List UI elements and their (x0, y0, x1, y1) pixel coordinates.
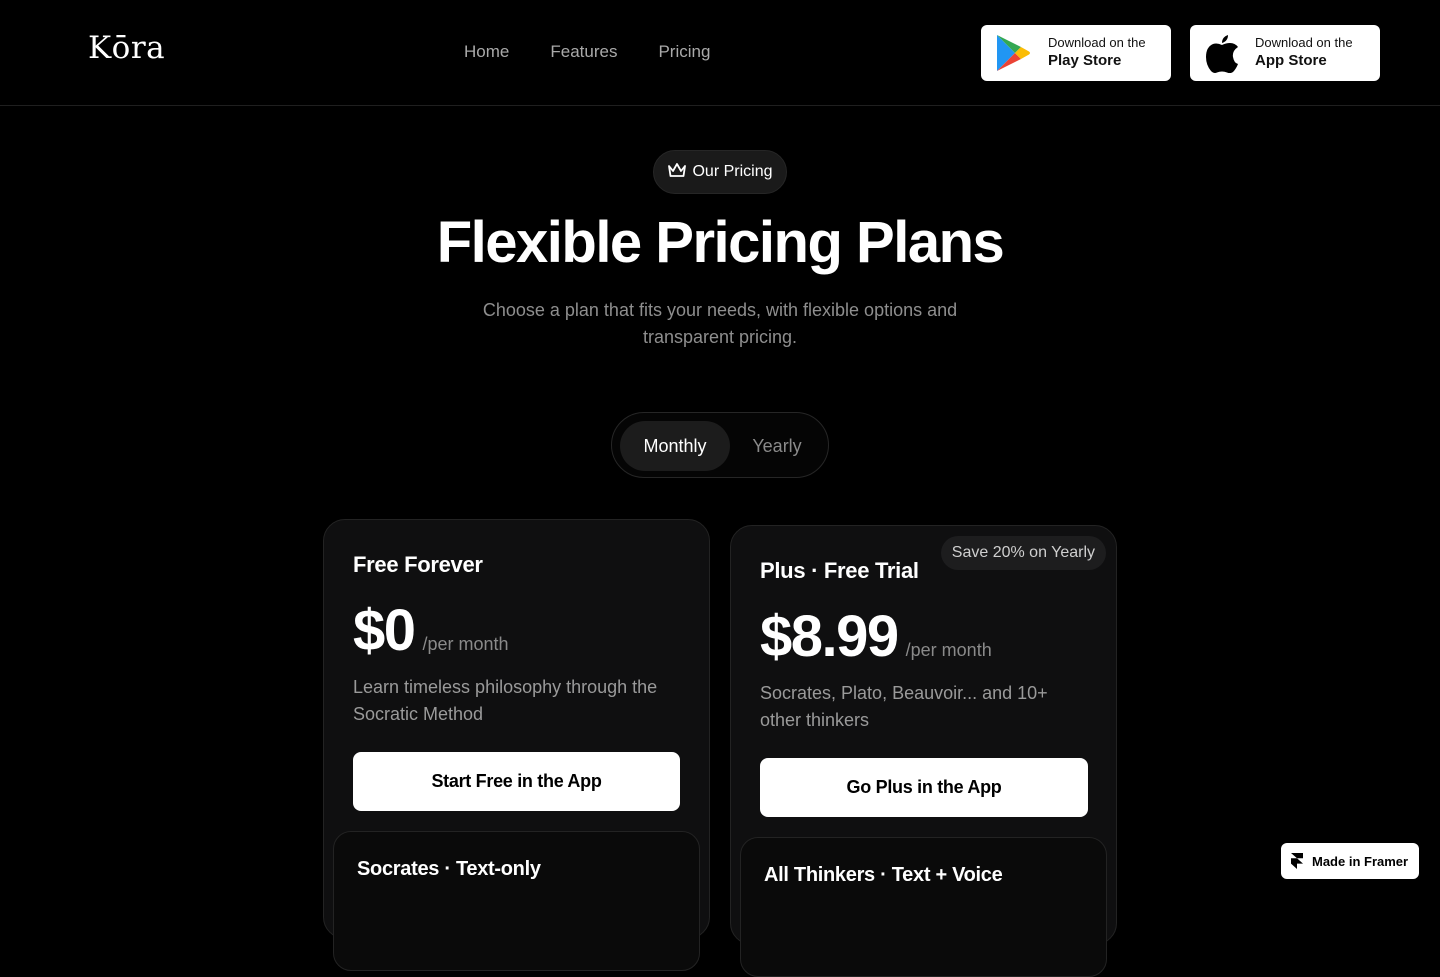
our-pricing-label: Our Pricing (692, 163, 773, 180)
plan-period: /per month (905, 640, 992, 660)
app-store-text: Download on the App Store (1255, 35, 1353, 71)
crown-icon (667, 162, 687, 183)
plan-features-box: All Thinkers · Text + Voice (740, 837, 1107, 977)
app-store-label: App Store (1255, 52, 1327, 69)
plan-price: $0 (353, 598, 416, 663)
page-title: Flexible Pricing Plans (436, 210, 1005, 275)
billing-period-toggle: Monthly Yearly (611, 412, 829, 478)
monthly-toggle-option[interactable]: Monthly (620, 421, 730, 471)
nav-home-link[interactable]: Home (464, 40, 509, 64)
plan-description: Socrates, Plato, Beauvoir... and 10+ oth… (760, 683, 1048, 730)
plan-price: $8.99 (760, 604, 899, 669)
price-row: $0 /per month (353, 598, 509, 664)
yearly-toggle-option[interactable]: Yearly (732, 421, 822, 471)
go-plus-button[interactable]: Go Plus in the App (760, 758, 1088, 817)
nav-features-link[interactable]: Features (550, 40, 617, 64)
plan-name: Plus · Free Trial (760, 558, 919, 583)
plan-features-title: Socrates · Text-only (357, 858, 541, 880)
play-store-button[interactable]: Download on the Play Store (981, 25, 1171, 81)
plan-period: /per month (422, 634, 509, 654)
page-subtitle: Choose a plan that fits your needs, with… (482, 300, 958, 347)
logo[interactable]: Kōra (88, 30, 165, 66)
plan-name: Free Forever (353, 552, 483, 577)
play-store-label: Play Store (1048, 52, 1122, 69)
play-store-small-label: Download on the (1048, 35, 1146, 50)
start-free-button[interactable]: Start Free in the App (353, 752, 680, 811)
site-header: Kōra Home Features Pricing Download on t… (0, 0, 1440, 106)
apple-icon (1202, 33, 1242, 73)
made-in-framer-label: Made in Framer (1312, 853, 1409, 869)
price-row: $8.99 /per month (760, 604, 992, 670)
app-store-small-label: Download on the (1255, 35, 1353, 50)
plan-card-plus: Save 20% on Yearly Plus · Free Trial $8.… (730, 525, 1117, 977)
app-store-button[interactable]: Download on the App Store (1190, 25, 1380, 81)
plan-features-box: Socrates · Text-only (333, 831, 700, 971)
main-nav: Home Features Pricing (464, 40, 710, 64)
plan-description: Learn timeless philosophy through the So… (353, 677, 658, 724)
framer-icon (1291, 853, 1305, 869)
plan-card-free: Free Forever $0 /per month Learn timeles… (323, 519, 710, 971)
save-yearly-badge: Save 20% on Yearly (940, 536, 1106, 570)
play-store-text: Download on the Play Store (1048, 35, 1146, 71)
nav-pricing-link[interactable]: Pricing (658, 40, 710, 64)
made-in-framer-badge[interactable]: Made in Framer (1281, 843, 1419, 879)
plan-features-title: All Thinkers · Text + Voice (764, 864, 1003, 886)
google-play-icon (993, 33, 1033, 73)
our-pricing-badge: Our Pricing (653, 150, 787, 194)
